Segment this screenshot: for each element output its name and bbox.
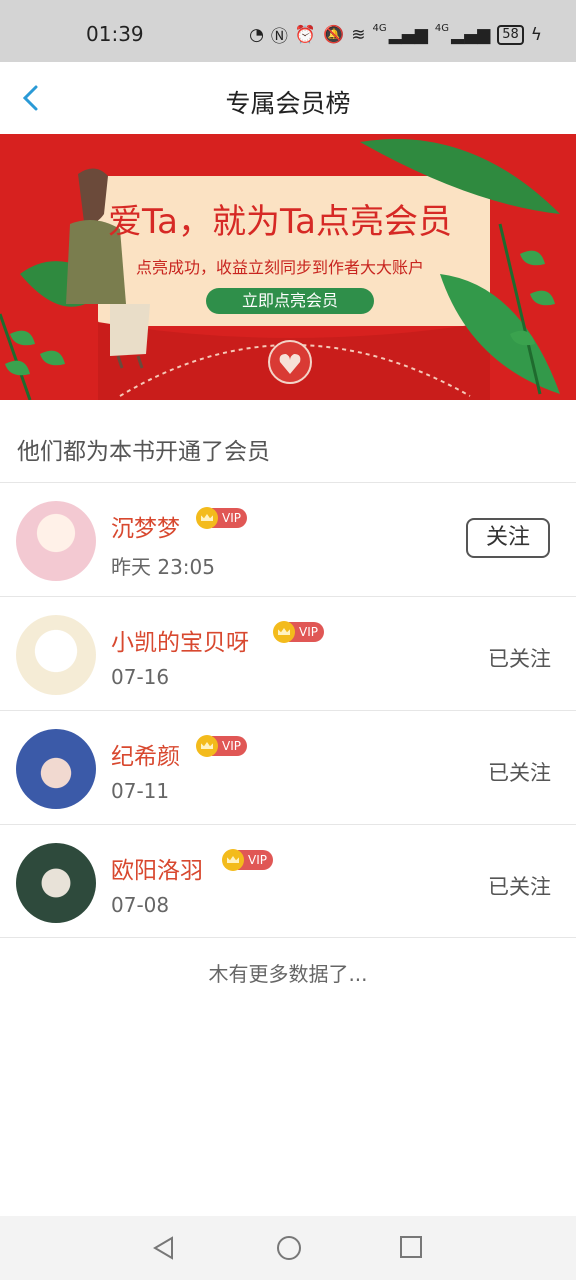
- followed-status[interactable]: 已关注: [488, 757, 551, 787]
- vip-badge: VIP: [196, 507, 247, 529]
- battery-level: 58: [497, 24, 524, 45]
- mute-icon: 🔕: [323, 24, 345, 45]
- member-row[interactable]: 纪希颜 VIP 07-11 已关注: [0, 711, 576, 824]
- follow-button[interactable]: 关注: [466, 518, 550, 558]
- nav-recents-icon[interactable]: [399, 1235, 423, 1259]
- member-date: 07-16: [111, 665, 170, 689]
- member-date: 07-11: [111, 779, 170, 803]
- status-icons: ◔ Ⓝ ⏰ 🔕 ≋ 4G ▂▄▆ 4G ▂▄▆ 58 ϟ: [249, 22, 542, 47]
- speed-icon: ◔: [249, 24, 264, 45]
- avatar[interactable]: [16, 843, 96, 923]
- network-type-2: 4G: [434, 23, 449, 34]
- nfc-icon: Ⓝ: [270, 27, 288, 47]
- page-title: 专属会员榜: [225, 89, 351, 118]
- network-type-1: 4G: [372, 23, 387, 34]
- signal-icon-1: ▂▄▆: [388, 24, 428, 45]
- member-row[interactable]: 沉梦梦 VIP 昨天 23:05 关注: [0, 483, 576, 596]
- nav-home-icon[interactable]: [275, 1234, 303, 1262]
- vip-badge: VIP: [222, 849, 273, 871]
- divider: [0, 937, 576, 938]
- avatar[interactable]: [16, 729, 96, 809]
- member-date: 07-08: [111, 893, 170, 917]
- banner-headline: 爱Ta，就为Ta点亮会员: [108, 202, 452, 242]
- followed-status[interactable]: 已关注: [488, 643, 551, 673]
- section-title: 他们都为本书开通了会员: [17, 439, 270, 465]
- member-row[interactable]: 欧阳洛羽 VIP 07-08 已关注: [0, 825, 576, 938]
- wifi-icon: ≋: [351, 24, 366, 45]
- member-row[interactable]: 小凯的宝贝呀 VIP 07-16 已关注: [0, 597, 576, 710]
- member-name[interactable]: 纪希颜: [111, 737, 180, 771]
- avatar[interactable]: [16, 615, 96, 695]
- light-up-membership-button[interactable]: 立即点亮会员: [206, 288, 374, 314]
- crown-icon: [273, 621, 295, 643]
- signal-icon-2: ▂▄▆: [451, 24, 491, 45]
- avatar[interactable]: [16, 501, 96, 581]
- status-bar: 01:39 ◔ Ⓝ ⏰ 🔕 ≋ 4G ▂▄▆ 4G ▂▄▆ 58 ϟ: [0, 0, 576, 62]
- nav-back-icon[interactable]: [150, 1234, 178, 1262]
- vip-badge: VIP: [196, 735, 247, 757]
- banner-subtitle: 点亮成功，收益立刻同步到作者大大账户: [136, 258, 425, 277]
- member-name[interactable]: 欧阳洛羽: [111, 851, 203, 885]
- vip-badge: VIP: [273, 621, 324, 643]
- promo-banner[interactable]: 爱Ta，就为Ta点亮会员 点亮成功，收益立刻同步到作者大大账户 立即点亮会员: [0, 134, 576, 400]
- followed-status[interactable]: 已关注: [488, 871, 551, 901]
- app-header: 专属会员榜: [0, 62, 576, 134]
- charging-icon: ϟ: [530, 24, 542, 45]
- crown-icon: [222, 849, 244, 871]
- crown-icon: [196, 735, 218, 757]
- system-nav-bar: [0, 1216, 576, 1280]
- status-time: 01:39: [86, 22, 144, 46]
- alarm-icon: ⏰: [294, 24, 317, 45]
- member-name[interactable]: 沉梦梦: [111, 509, 180, 543]
- crown-icon: [196, 507, 218, 529]
- member-name[interactable]: 小凯的宝贝呀: [111, 623, 249, 657]
- member-date: 昨天 23:05: [111, 555, 215, 579]
- no-more-data-text: 木有更多数据了...: [208, 962, 368, 986]
